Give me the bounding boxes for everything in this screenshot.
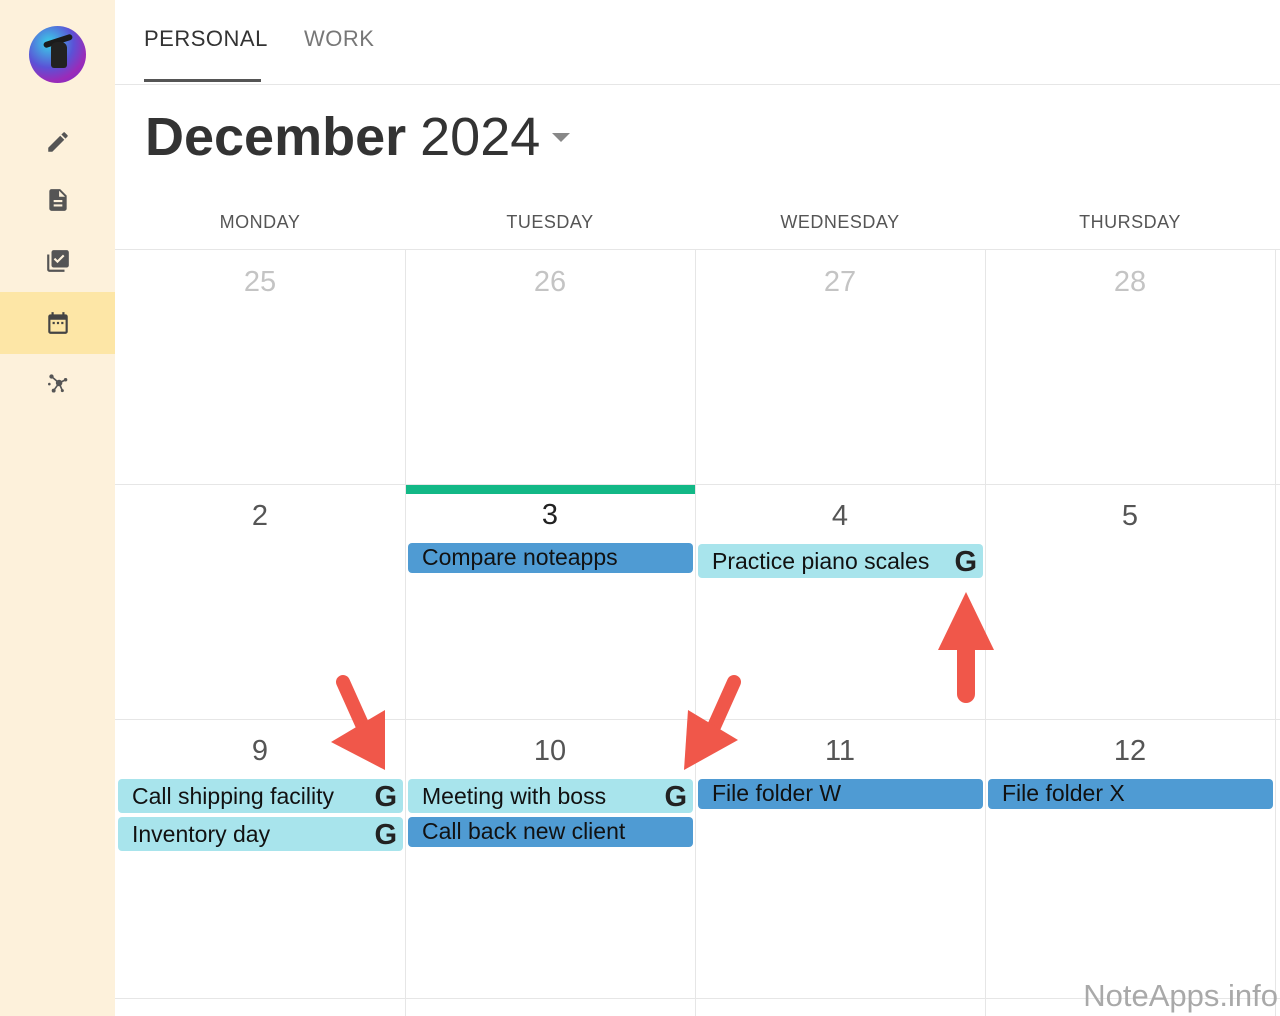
graph-icon [47,374,67,393]
event-title: File folder X [1002,780,1125,806]
day-number[interactable]: 5 [985,500,1275,533]
tab-bar: PERSONAL WORK [115,0,1280,85]
grid-divider [1275,250,1276,1016]
annotation-arrow-icon [684,675,741,770]
avatar-figure [51,42,67,68]
calendar-icon [47,312,68,334]
sidebar-item-notes[interactable] [0,111,115,173]
day-number[interactable]: 2 [115,500,405,533]
weekday-header: MONDAY [219,212,301,232]
event-title: Inventory day [132,821,271,847]
sidebar [0,0,115,1016]
weekday-header: THURSDAY [1079,212,1181,232]
sidebar-item-graph[interactable] [0,352,115,414]
day-number[interactable]: 12 [985,735,1275,768]
annotation-arrow-icon [938,592,994,703]
weekday-header: TUESDAY [506,212,594,232]
sidebar-item-documents[interactable] [0,169,115,231]
event-title: Compare noteapps [422,544,618,570]
tab-work[interactable]: WORK [304,26,374,52]
sidebar-item-tasks[interactable] [0,230,115,292]
event-chip[interactable]: Call back new client [408,817,693,847]
active-tab-indicator [144,79,261,82]
event-title: Practice piano scales [712,548,930,574]
event-chip[interactable]: File folder X [988,779,1273,809]
event-chip[interactable]: Meeting with boss G [408,779,693,813]
month-label: December [145,107,407,167]
day-number[interactable]: 25 [115,266,405,299]
event-chip[interactable]: Practice piano scales G [698,544,983,578]
event-chip[interactable]: File folder W [698,779,983,809]
weekday-header: WEDNESDAY [780,212,900,232]
event-chip[interactable]: Compare noteapps [408,543,693,573]
dropdown-caret-icon [552,132,571,142]
day-number[interactable]: 4 [695,500,985,533]
day-number[interactable]: 10 [405,735,695,768]
google-icon: G [954,546,977,578]
google-icon: G [374,781,397,813]
today-indicator [406,485,695,494]
document-icon [48,189,67,211]
day-number-today[interactable]: 3 [405,499,695,532]
event-title: Call shipping facility [132,783,334,809]
watermark: NoteApps.info [1083,978,1278,1013]
event-title: File folder W [712,780,842,806]
grid-divider [115,484,1280,485]
annotation-arrow-icon [331,675,385,770]
pencil-icon [47,132,68,152]
year-label: 2024 [420,107,541,167]
event-chip[interactable]: Inventory day G [118,817,403,851]
google-icon: G [664,781,687,813]
grid-divider [695,250,696,1016]
month-selector[interactable]: December 2024 [145,106,571,168]
grid-divider [405,250,406,1016]
day-number[interactable]: 28 [985,266,1275,299]
sidebar-item-calendar[interactable] [0,292,115,354]
tab-personal[interactable]: PERSONAL [144,26,268,52]
event-title: Meeting with boss [422,783,607,809]
event-chip[interactable]: Call shipping facility G [118,779,403,813]
calendar-grid: 25 26 27 28 2 3 4 5 9 10 11 12 Compare n… [115,249,1280,1016]
google-icon: G [374,819,397,851]
day-number[interactable]: 26 [405,266,695,299]
day-number[interactable]: 27 [695,266,985,299]
event-title: Call back new client [422,818,626,844]
avatar[interactable] [29,26,86,83]
checklist-icon [46,250,69,272]
